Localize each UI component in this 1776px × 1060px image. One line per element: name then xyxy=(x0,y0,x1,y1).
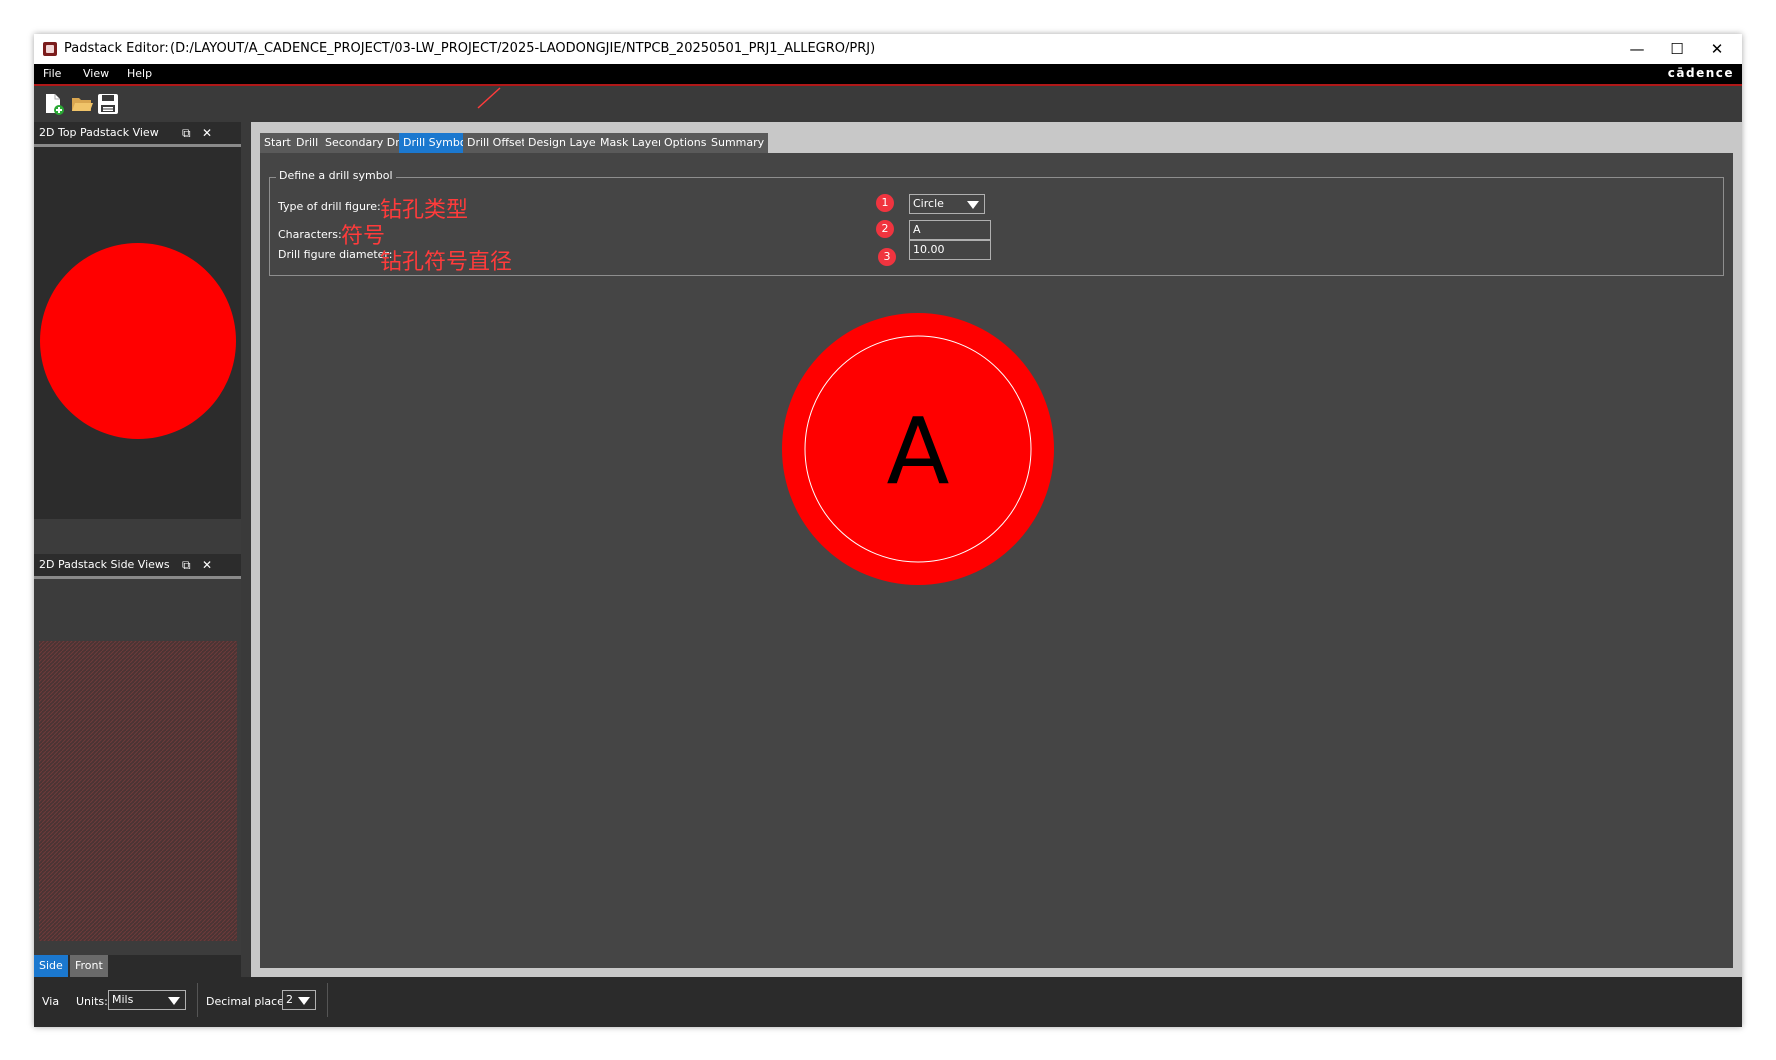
drill-figure-diameter-value: 10.00 xyxy=(913,243,945,256)
save-icon[interactable] xyxy=(96,92,120,116)
minimize-icon[interactable]: — xyxy=(1622,38,1652,60)
badge-1: 1 xyxy=(876,194,894,212)
app-icon xyxy=(43,42,57,56)
toolbar xyxy=(34,86,1742,122)
top-view-panel-title: 2D Top Padstack View ⧉ ✕ xyxy=(34,122,241,144)
app-title: Padstack Editor: xyxy=(64,41,169,56)
characters-value: A xyxy=(913,223,921,236)
drill-figure-type-value: Circle xyxy=(913,197,944,210)
chevron-down-icon xyxy=(298,997,310,1005)
menu-bar: File View Help cādence xyxy=(34,64,1742,86)
side-view-tabs: Side Front xyxy=(34,955,241,977)
close-panel-icon[interactable]: ✕ xyxy=(202,122,212,144)
tab-side[interactable]: Side xyxy=(34,955,68,977)
annotation-type: 钻孔类型 xyxy=(380,198,469,223)
drill-symbol-content: Define a drill symbol Type of drill figu… xyxy=(260,153,1733,968)
menu-help[interactable]: Help xyxy=(127,67,152,80)
padstack-editor-window: Padstack Editor: (D:/LAYOUT/A_CADENCE_PR… xyxy=(34,34,1742,1027)
title-bar: Padstack Editor: (D:/LAYOUT/A_CADENCE_PR… xyxy=(34,34,1742,64)
main-frame: Start Drill Secondary Drill Drill Symbol… xyxy=(251,122,1742,977)
new-file-icon[interactable] xyxy=(42,92,66,116)
status-bar: Via Units: Mils Decimal places: 2 xyxy=(34,977,1742,1027)
drill-symbol-preview: A xyxy=(782,313,1054,585)
mode-label: Via xyxy=(42,995,60,1008)
tab-summary[interactable]: Summary xyxy=(707,133,769,153)
drill-figure-type-select[interactable]: Circle xyxy=(909,194,985,214)
decimal-places-select[interactable]: 2 xyxy=(282,990,316,1010)
menu-file[interactable]: File xyxy=(43,67,61,80)
float-icon[interactable]: ⧉ xyxy=(182,554,191,576)
divider xyxy=(327,983,328,1017)
top-view-canvas xyxy=(34,147,241,519)
decimal-places-value: 2 xyxy=(286,993,293,1006)
side-view-panel-title: 2D Padstack Side Views ⧉ ✕ xyxy=(34,554,241,576)
tab-start[interactable]: Start xyxy=(260,133,295,153)
divider xyxy=(197,983,198,1017)
close-icon[interactable]: ✕ xyxy=(1702,38,1732,60)
drill-figure-diameter-input[interactable]: 10.00 xyxy=(909,240,991,260)
units-value: Mils xyxy=(112,993,134,1006)
group-title: Define a drill symbol xyxy=(276,169,396,182)
top-view-title: 2D Top Padstack View xyxy=(39,126,159,139)
units-select[interactable]: Mils xyxy=(108,990,186,1010)
splitter[interactable] xyxy=(241,122,251,977)
badge-2: 2 xyxy=(876,220,894,238)
decimal-places-label: Decimal places: xyxy=(206,995,294,1008)
annotation-diameter: 钻孔符号直径 xyxy=(380,250,513,275)
project-path: (D:/LAYOUT/A_CADENCE_PROJECT/03-LW_PROJE… xyxy=(170,41,876,56)
annotation-arrow xyxy=(477,87,501,109)
units-label: Units: xyxy=(76,995,108,1008)
close-panel-icon[interactable]: ✕ xyxy=(202,554,212,576)
tab-drill-offset[interactable]: Drill Offset xyxy=(463,133,530,153)
preview-character: A xyxy=(887,398,950,505)
menu-view[interactable]: View xyxy=(83,67,109,80)
characters-label: Characters: xyxy=(278,228,342,241)
side-view-title: 2D Padstack Side Views xyxy=(39,558,170,571)
chevron-down-icon xyxy=(168,997,180,1005)
side-view-canvas xyxy=(34,579,241,955)
annotation-characters: 符号 xyxy=(341,224,386,249)
side-view-hatch xyxy=(39,641,237,941)
chevron-down-icon xyxy=(967,201,979,209)
tab-options[interactable]: Options xyxy=(660,133,711,153)
badge-3: 3 xyxy=(878,248,896,266)
drill-figure-diameter-label: Drill figure diameter: xyxy=(278,248,393,261)
drill-symbol-group: Define a drill symbol Type of drill figu… xyxy=(269,169,1724,276)
maximize-icon[interactable]: ☐ xyxy=(1662,38,1692,60)
float-icon[interactable]: ⧉ xyxy=(182,122,191,144)
top-view-drill xyxy=(40,243,236,439)
tab-drill[interactable]: Drill xyxy=(292,133,323,153)
cadence-logo: cādence xyxy=(1667,66,1734,80)
drill-figure-type-label: Type of drill figure: xyxy=(278,200,381,213)
open-folder-icon[interactable] xyxy=(70,92,94,116)
tab-front[interactable]: Front xyxy=(70,955,108,977)
characters-input[interactable]: A xyxy=(909,220,991,240)
